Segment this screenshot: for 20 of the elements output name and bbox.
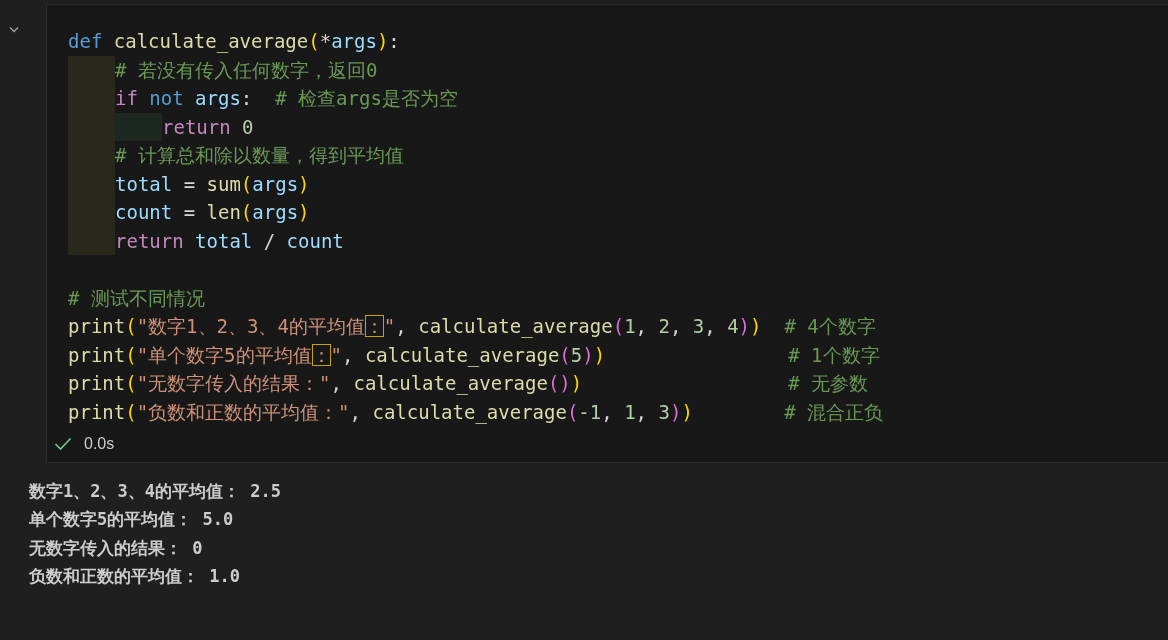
code-line: print("单个数字5的平均值：", calculate_average(5)) # 1个数字 <box>68 342 880 369</box>
code-line: # 若没有传入任何数字，返回0 <box>115 57 378 83</box>
code-cell[interactable] <box>46 4 1168 463</box>
output-line: 无数字传入的结果： 0 <box>29 536 203 560</box>
chevron-icon[interactable] <box>9 26 19 33</box>
code-line: # 测试不同情况 <box>68 285 205 311</box>
code-line: return total / count <box>115 228 344 254</box>
code-line: total = sum(args) <box>115 171 310 197</box>
code-line: count = len(args) <box>115 200 310 225</box>
code-line: def calculate_average(*args): <box>68 29 400 55</box>
output-line: 数字1、2、3、4的平均值： 2.5 <box>29 480 281 503</box>
code-line: print("负数和正数的平均值：", calculate_average(-1, 1, 3)) # 混合正负 <box>68 399 884 426</box>
code-line: return 0 <box>162 114 254 140</box>
code-line: print("数字1、2、3、4的平均值：", calculate_average(1, 2, 3, 4)) # 4个数字 <box>68 314 876 340</box>
code-line: # 计算总和除以数量，得到平均值 <box>115 143 404 168</box>
code-line: if not args: # 检查args是否为空 <box>115 86 458 111</box>
output-line: 负数和正数的平均值： 1.0 <box>29 564 240 588</box>
code-line: print("无数字传入的结果：", calculate_average()) # 无参数 <box>68 371 869 397</box>
execution-time: 0.0s <box>84 435 115 453</box>
output-line: 单个数字5的平均值： 5.0 <box>29 508 234 532</box>
